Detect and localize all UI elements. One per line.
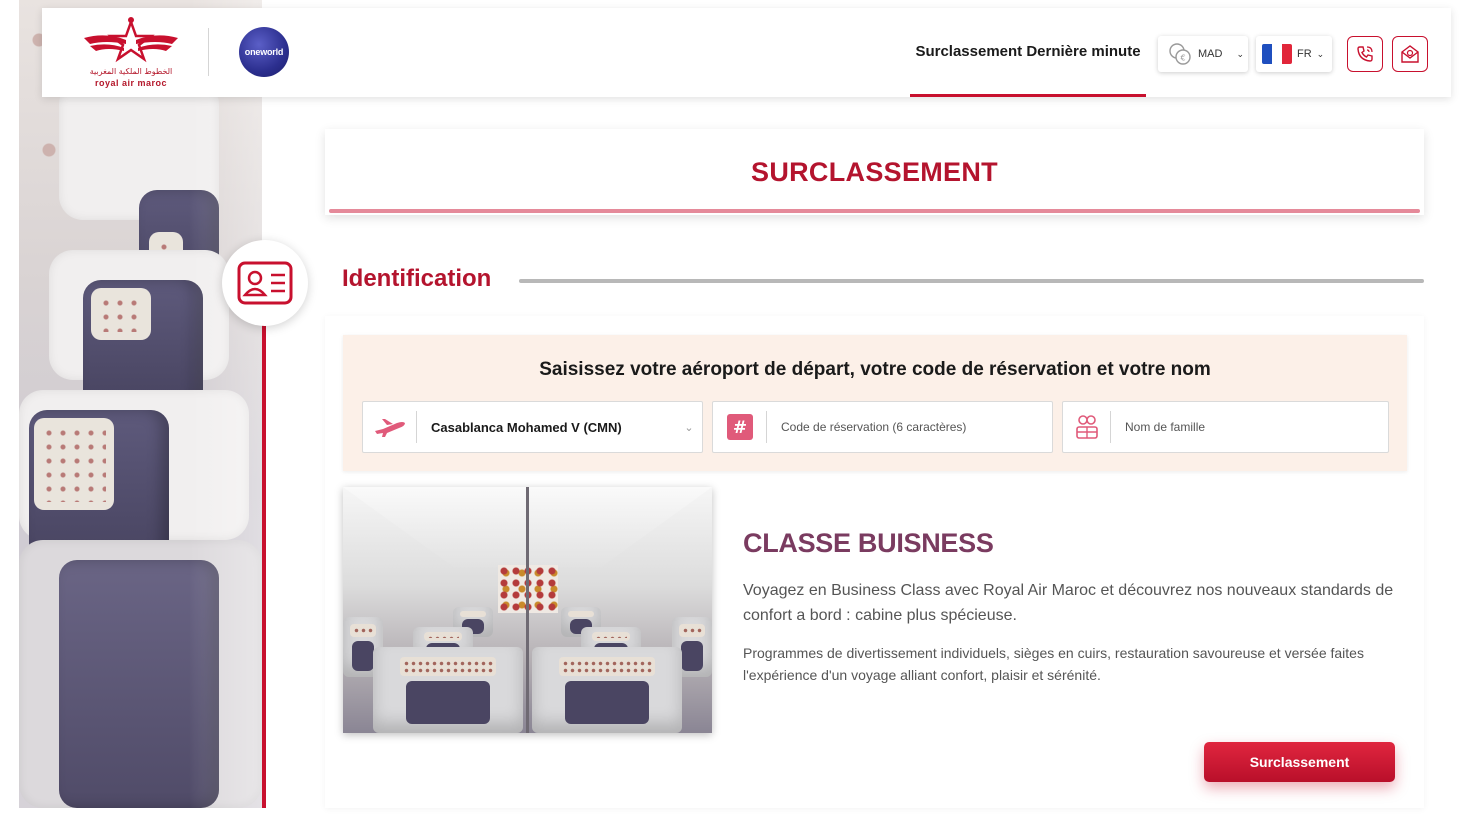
title-underline bbox=[329, 209, 1420, 213]
svg-text:#: # bbox=[732, 418, 746, 438]
language-selector[interactable]: FR ⌄ bbox=[1256, 36, 1332, 72]
departure-airport-select[interactable]: Casablanca Mohamed V (CMN) ⌄ bbox=[362, 401, 703, 453]
business-class-title: CLASSE BUISNESS bbox=[743, 528, 994, 558]
france-flag-icon bbox=[1262, 44, 1292, 64]
header-divider bbox=[208, 28, 209, 76]
search-panel: Saisissez votre aéroport de départ, votr… bbox=[343, 335, 1407, 471]
svg-text:الخطوط الملكية المغربية: الخطوط الملكية المغربية bbox=[90, 67, 173, 76]
currency-value: MAD bbox=[1198, 48, 1223, 60]
contact-phone-button[interactable] bbox=[1347, 36, 1383, 72]
departure-airport-value: Casablanca Mohamed V (CMN) bbox=[431, 419, 622, 435]
brand-name: royal air maroc bbox=[94, 78, 168, 88]
mail-icon bbox=[1401, 45, 1419, 63]
chevron-down-icon: ⌄ bbox=[684, 421, 694, 434]
nav-last-minute-upgrade[interactable]: Surclassement Dernière minute bbox=[910, 8, 1146, 97]
svg-text:€: € bbox=[1180, 54, 1185, 63]
ram-emblem-icon: الخطوط الملكية المغربية bbox=[84, 17, 178, 76]
field-icon-wrap bbox=[1063, 411, 1111, 443]
identification-badge bbox=[222, 240, 308, 326]
page-title-card: SURCLASSEMENT bbox=[325, 129, 1424, 215]
coins-icon: € bbox=[1169, 43, 1191, 65]
chevron-down-icon: ⌄ bbox=[1316, 48, 1325, 59]
field-icon-wrap bbox=[363, 411, 417, 443]
last-name-placeholder: Nom de famille bbox=[1125, 420, 1206, 434]
business-description: Voyagez en Business Class avec Royal Air… bbox=[743, 582, 1394, 624]
oneworld-label: oneworld bbox=[244, 47, 284, 57]
passenger-icon bbox=[1075, 415, 1098, 439]
booking-code-field[interactable]: # Code de réservation (6 caractères) bbox=[712, 401, 1053, 453]
cabin-background-image bbox=[19, 0, 262, 808]
business-cabin-image bbox=[343, 487, 712, 733]
section-title: Identification bbox=[342, 265, 492, 292]
decorative-rail bbox=[262, 325, 266, 808]
plane-icon bbox=[374, 419, 405, 437]
field-icon-wrap: # bbox=[713, 411, 767, 443]
oneworld-logo[interactable]: oneworld bbox=[239, 27, 289, 77]
id-card-icon bbox=[237, 261, 293, 305]
last-name-field[interactable]: Nom de famille bbox=[1062, 401, 1389, 453]
chevron-down-icon: ⌄ bbox=[1236, 48, 1244, 59]
section-divider bbox=[519, 279, 1424, 283]
search-heading: Saisissez votre aéroport de départ, votr… bbox=[539, 359, 1211, 380]
royal-air-maroc-logo[interactable]: الخطوط الملكية المغربية royal air maroc bbox=[76, 16, 186, 90]
business-details: Programmes de divertissement individuels… bbox=[743, 645, 1364, 683]
page-title: SURCLASSEMENT bbox=[751, 157, 998, 187]
language-value: FR bbox=[1297, 48, 1312, 60]
phone-icon bbox=[1357, 46, 1373, 62]
currency-selector[interactable]: € MAD ⌄ bbox=[1158, 36, 1248, 72]
hash-icon: # bbox=[726, 414, 753, 440]
top-header: الخطوط الملكية المغربية royal air maroc … bbox=[42, 8, 1451, 97]
booking-code-placeholder: Code de réservation (6 caractères) bbox=[781, 420, 967, 434]
upgrade-button[interactable]: Surclassement bbox=[1204, 742, 1395, 782]
contact-mail-button[interactable] bbox=[1392, 36, 1428, 72]
